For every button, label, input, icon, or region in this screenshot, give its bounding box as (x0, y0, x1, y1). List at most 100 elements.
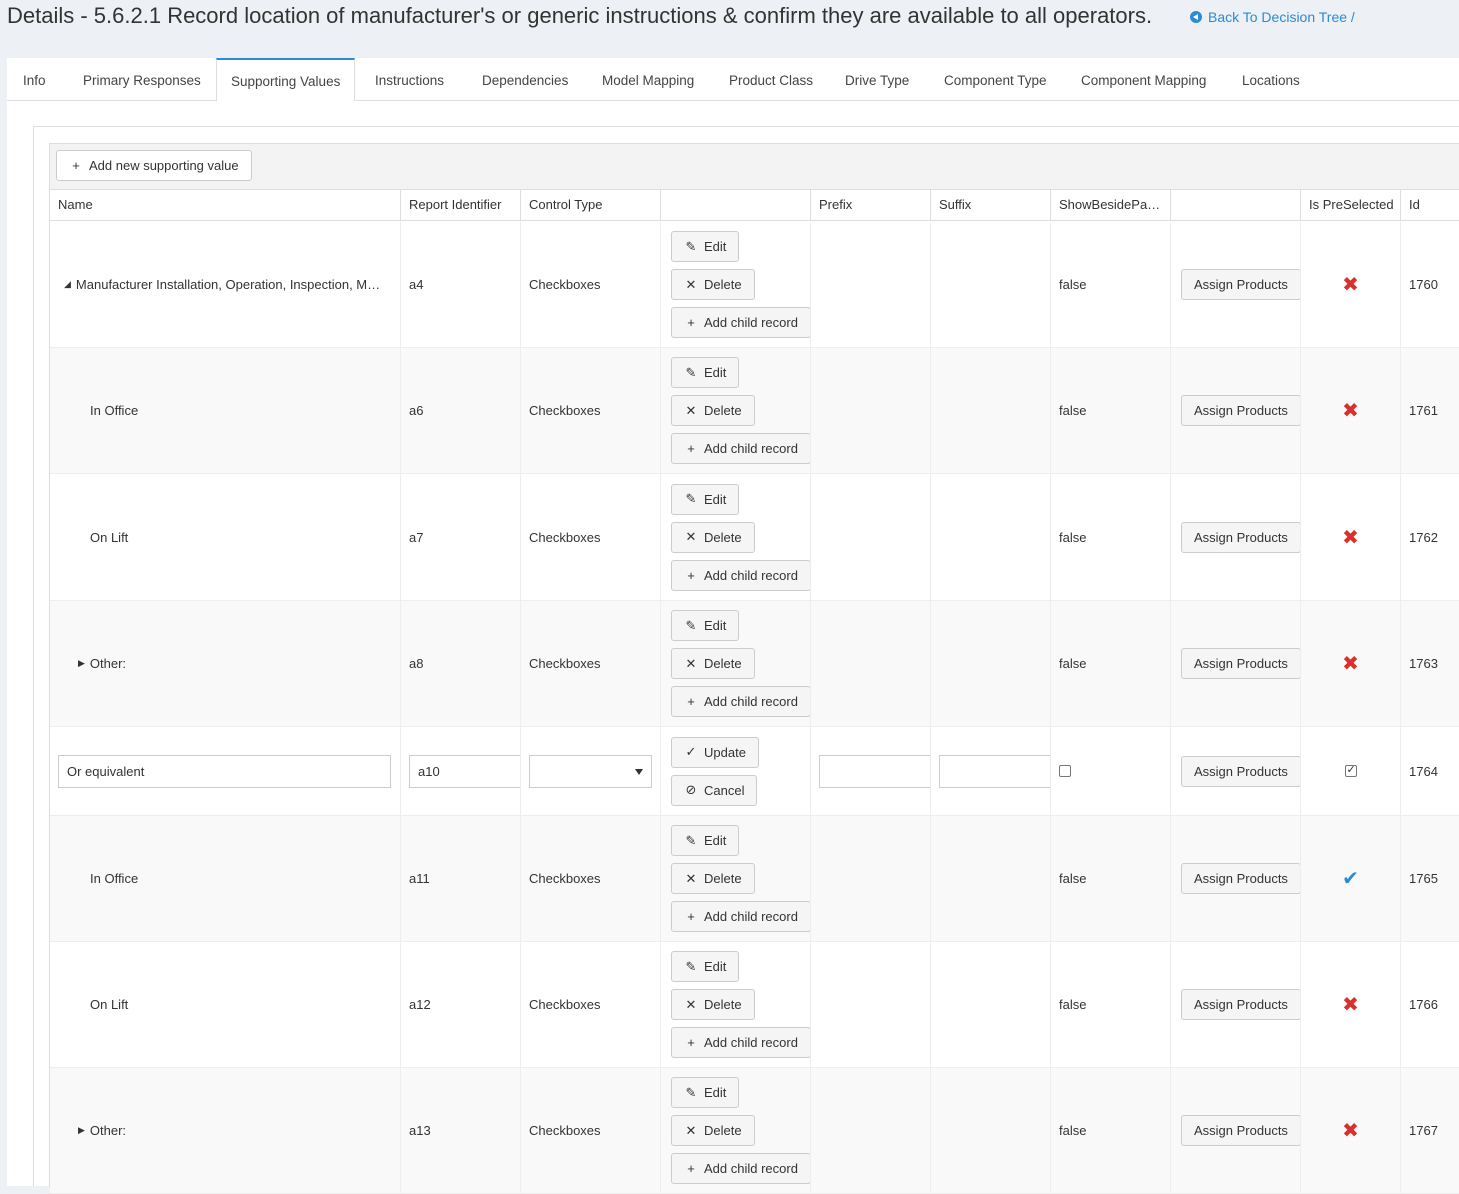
assign-products-button[interactable]: Assign Products (1181, 269, 1300, 300)
add-child-label: Add child record (704, 567, 798, 583)
column-header-prefix[interactable]: Prefix (811, 190, 931, 220)
prefix-cell (811, 1068, 931, 1193)
add-child-record-button[interactable]: + Add child record (671, 307, 810, 338)
edit-button[interactable]: ✎ Edit (671, 357, 740, 388)
plus-icon: + (687, 315, 695, 330)
delete-button[interactable]: ✕ Delete (671, 269, 755, 300)
id-cell: 1765 (1409, 871, 1438, 886)
edit-button[interactable]: ✎ Edit (671, 1077, 740, 1108)
add-child-label: Add child record (704, 694, 798, 709)
cancel-button[interactable]: ⊘ Cancel (671, 774, 758, 806)
table-row: ▶ Other: a13 Checkboxes ✎ Edit ✕ Delete + A… (50, 1068, 1459, 1194)
close-icon: ✕ (685, 276, 697, 292)
control-type-cell: Checkboxes (521, 1068, 661, 1193)
add-child-label: Add child record (704, 441, 798, 456)
column-header-is-preselected[interactable]: Is PreSelected (1301, 190, 1401, 220)
arrow-left-circle-icon (1190, 11, 1202, 23)
id-cell: 1766 (1409, 997, 1438, 1012)
column-header-control-type[interactable]: Control Type (521, 190, 661, 220)
name-input[interactable] (58, 754, 391, 788)
tab-component-type[interactable]: Component Type (944, 58, 1047, 101)
delete-button[interactable]: ✕ Delete (671, 989, 755, 1020)
prefix-cell (811, 348, 931, 473)
report-identifier-cell: a12 (401, 942, 521, 1067)
name-cell: ▶ Other: (50, 1068, 401, 1193)
tab-info[interactable]: Info (23, 58, 46, 101)
tab-supporting-values[interactable]: Supporting Values (216, 58, 356, 102)
red-x-icon: ✖ (1342, 526, 1359, 549)
edit-button[interactable]: ✎ Edit (671, 231, 740, 262)
delete-button[interactable]: ✕ Delete (671, 395, 755, 426)
edit-button[interactable]: ✎ Edit (671, 825, 740, 856)
commands-cell: ✎ Edit ✕ Delete + Add child record (661, 816, 811, 941)
column-header-report-identifier[interactable]: Report Identifier (401, 190, 521, 220)
tab-component-mapping[interactable]: Component Mapping (1081, 58, 1206, 101)
add-supporting-value-button[interactable]: + Add new supporting value (56, 150, 252, 181)
delete-label: Delete (704, 871, 742, 886)
column-header-show-beside[interactable]: ShowBesidePa… (1051, 190, 1171, 220)
add-child-record-button[interactable]: + Add child record (671, 901, 810, 932)
row-name: On Lift (90, 997, 129, 1012)
tab-drive-type[interactable]: Drive Type (845, 58, 909, 101)
prefix-input[interactable] (819, 754, 930, 788)
delete-label: Delete (704, 277, 742, 292)
grid-header: Name Report Identifier Control Type Pref… (50, 189, 1459, 221)
show-beside-checkbox[interactable] (1059, 765, 1071, 777)
page-title: Details - 5.6.2.1 Record location of man… (7, 3, 1153, 28)
tab-primary-responses[interactable]: Primary Responses (83, 58, 201, 101)
tab-product-class[interactable]: Product Class (729, 58, 813, 101)
tab-model-mapping[interactable]: Model Mapping (602, 58, 694, 101)
is-preselected-checkbox[interactable] (1344, 763, 1357, 777)
edit-button[interactable]: ✎ Edit (671, 951, 740, 982)
plus-icon: + (687, 1161, 695, 1176)
show-beside-cell: false (1051, 474, 1171, 600)
column-header-suffix[interactable]: Suffix (931, 190, 1051, 220)
assign-products-button[interactable]: Assign Products (1181, 863, 1300, 894)
update-button[interactable]: ✓ Update (671, 736, 759, 768)
column-header-id[interactable]: Id (1401, 190, 1459, 220)
tab-instructions[interactable]: Instructions (375, 58, 444, 101)
add-child-record-button[interactable]: + Add child record (671, 686, 810, 717)
add-child-record-button[interactable]: + Add child record (671, 1153, 810, 1184)
delete-button[interactable]: ✕ Delete (671, 521, 755, 553)
delete-label: Delete (704, 1123, 742, 1138)
suffix-input[interactable] (939, 754, 1050, 788)
pencil-icon: ✎ (685, 1084, 697, 1100)
show-beside-cell (1051, 727, 1171, 815)
delete-button[interactable]: ✕ Delete (671, 648, 755, 679)
assign-products-button[interactable]: Assign Products (1181, 755, 1300, 787)
add-child-record-button[interactable]: + Add child record (671, 433, 810, 464)
assign-products-button[interactable]: Assign Products (1181, 989, 1300, 1020)
back-to-decision-tree-link[interactable]: Back To Decision Tree / (1190, 9, 1355, 25)
add-child-record-button[interactable]: + Add child record (671, 1027, 810, 1058)
assign-products-button[interactable]: Assign Products (1181, 395, 1300, 426)
add-child-record-button[interactable]: + Add child record (671, 559, 810, 591)
report-identifier-cell: a7 (401, 474, 521, 600)
collapse-arrow-icon[interactable]: ◢ (64, 279, 71, 290)
column-header-name[interactable]: Name (50, 190, 401, 220)
close-icon: ✕ (685, 1122, 697, 1138)
close-icon: ✕ (685, 402, 697, 418)
report-identifier-input[interactable] (409, 754, 520, 788)
edit-button[interactable]: ✎ Edit (671, 483, 740, 515)
expand-arrow-icon[interactable]: ▶ (78, 1125, 85, 1136)
assign-products-button[interactable]: Assign Products (1181, 1115, 1300, 1146)
delete-button[interactable]: ✕ Delete (671, 863, 755, 894)
tab-locations[interactable]: Locations (1242, 58, 1300, 101)
assign-products-button[interactable]: Assign Products (1181, 648, 1300, 679)
edit-label: Edit (704, 618, 727, 633)
tab-dependencies[interactable]: Dependencies (482, 58, 568, 101)
commands-cell: ✓ Update ⊘ Cancel (661, 727, 811, 815)
edit-label: Edit (704, 239, 727, 254)
assign-products-button[interactable]: Assign Products (1181, 521, 1300, 553)
table-row: On Lift a12 Checkboxes ✎ Edit ✕ Delete + Ad… (50, 942, 1459, 1068)
table-row: In Office a6 Checkboxes ✎ Edit ✕ Delete + A… (50, 348, 1459, 474)
close-icon: ✕ (685, 870, 697, 886)
control-type-select[interactable] (529, 754, 652, 788)
edit-button[interactable]: ✎ Edit (671, 610, 740, 641)
row-name: Other: (89, 1123, 127, 1138)
row-name: Manufacturer Installation, Operation, In… (75, 277, 381, 292)
delete-button[interactable]: ✕ Delete (671, 1115, 755, 1146)
show-beside-cell: false (1051, 942, 1171, 1067)
expand-arrow-icon[interactable]: ▶ (78, 658, 85, 669)
